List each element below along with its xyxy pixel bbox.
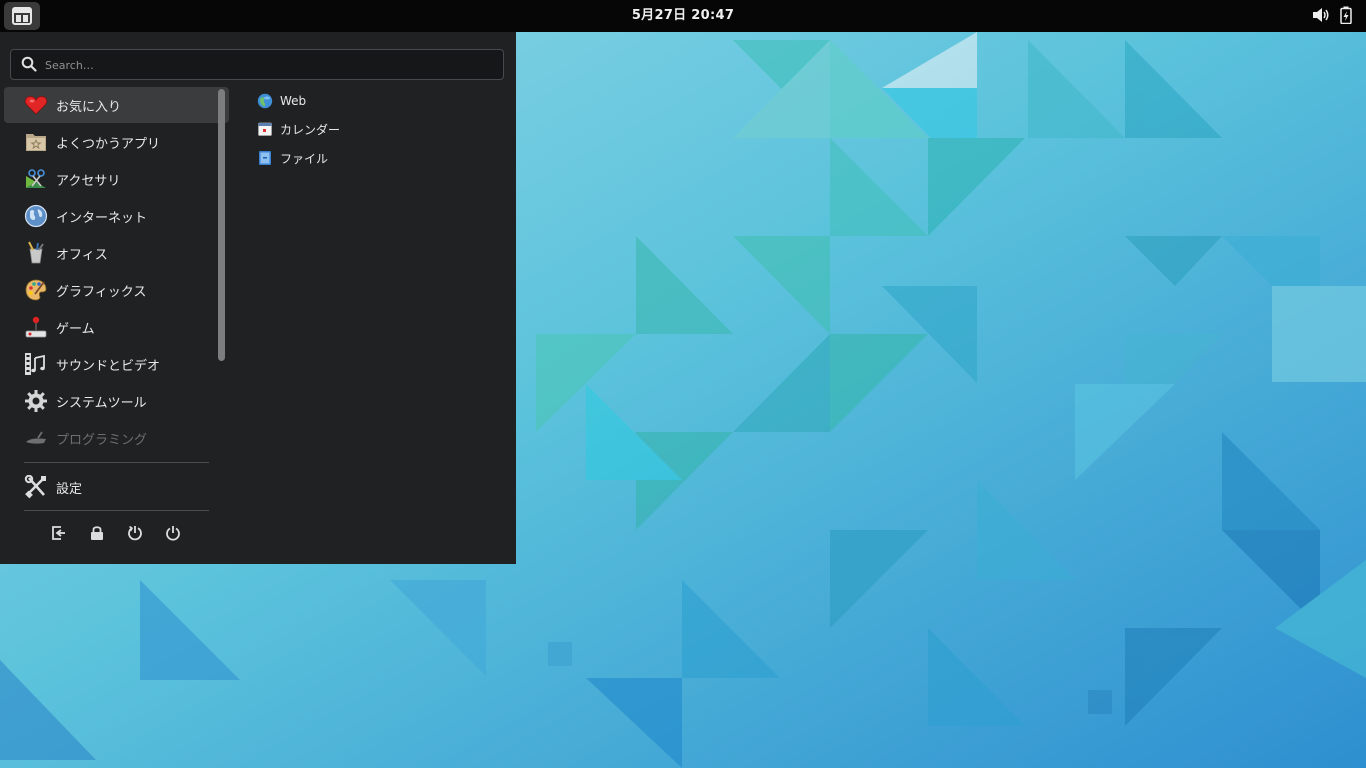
globe-icon xyxy=(24,204,48,228)
category-internet[interactable]: インターネット xyxy=(4,198,229,234)
separator xyxy=(24,462,209,463)
logout-icon xyxy=(52,526,65,540)
joystick-icon xyxy=(24,315,48,339)
gear-icon xyxy=(24,389,48,413)
lock-button[interactable] xyxy=(86,522,108,544)
category-label: プログラミング xyxy=(56,432,148,448)
folder-star-icon xyxy=(24,130,48,154)
files-icon xyxy=(257,150,273,166)
category-accessories[interactable]: アクセサリ xyxy=(4,161,229,197)
programming-icon xyxy=(24,426,48,450)
category-graphics[interactable]: グラフィックス xyxy=(4,272,229,308)
app-label: Web xyxy=(280,94,307,108)
battery-icon[interactable] xyxy=(1340,6,1352,24)
settings-tools-icon xyxy=(24,475,48,499)
search-box[interactable] xyxy=(10,49,504,81)
volume-icon[interactable] xyxy=(1312,7,1330,23)
power-button[interactable] xyxy=(162,522,184,544)
separator xyxy=(24,510,209,511)
category-system-tools[interactable]: システムツール xyxy=(4,383,229,419)
category-office[interactable]: オフィス xyxy=(4,235,229,271)
category-games[interactable]: ゲーム xyxy=(4,309,229,345)
calendar-icon xyxy=(257,121,273,137)
category-label: システムツール xyxy=(56,395,147,411)
clock[interactable]: 5月27日 20:47 xyxy=(0,0,1366,32)
category-label: よくつかうアプリ xyxy=(56,136,161,152)
applications-menu: お気に入り よくつかうアプリ アクセサリ インターネット オフィス グラフィック… xyxy=(0,32,516,564)
film-music-icon xyxy=(24,352,48,376)
category-frequent[interactable]: よくつかうアプリ xyxy=(4,124,229,160)
restart-icon xyxy=(128,525,142,541)
app-files[interactable]: ファイル xyxy=(257,146,328,170)
category-label: ゲーム xyxy=(56,321,95,337)
accessories-icon xyxy=(24,167,48,191)
app-web[interactable]: Web xyxy=(257,89,306,113)
category-label: グラフィックス xyxy=(56,284,147,300)
palette-icon xyxy=(24,278,48,302)
category-label: アクセサリ xyxy=(56,173,121,189)
settings-label: 設定 xyxy=(56,481,83,497)
restart-button[interactable] xyxy=(124,522,146,544)
category-sound-video[interactable]: サウンドとビデオ xyxy=(4,346,229,382)
category-label: インターネット xyxy=(56,210,148,226)
category-label: サウンドとビデオ xyxy=(56,358,161,374)
app-label: カレンダー xyxy=(280,122,341,137)
logout-button[interactable] xyxy=(48,522,70,544)
app-label: ファイル xyxy=(280,151,329,166)
web-globe-icon xyxy=(257,93,273,109)
system-tray xyxy=(1312,6,1352,24)
category-scrollbar[interactable] xyxy=(218,89,225,361)
category-label: オフィス xyxy=(56,247,108,263)
search-input[interactable] xyxy=(43,50,487,81)
search-icon xyxy=(21,56,37,72)
category-favorites[interactable]: お気に入り xyxy=(4,87,229,123)
office-icon xyxy=(24,241,48,265)
category-label: お気に入り xyxy=(56,99,122,115)
category-programming[interactable]: プログラミング xyxy=(4,420,229,456)
lock-icon xyxy=(91,526,103,540)
settings-item[interactable]: 設定 xyxy=(4,469,229,505)
heart-icon xyxy=(24,93,48,117)
top-panel: 5月27日 20:47 xyxy=(0,0,1366,32)
app-calendar[interactable]: カレンダー xyxy=(257,117,340,141)
power-icon xyxy=(166,526,180,541)
